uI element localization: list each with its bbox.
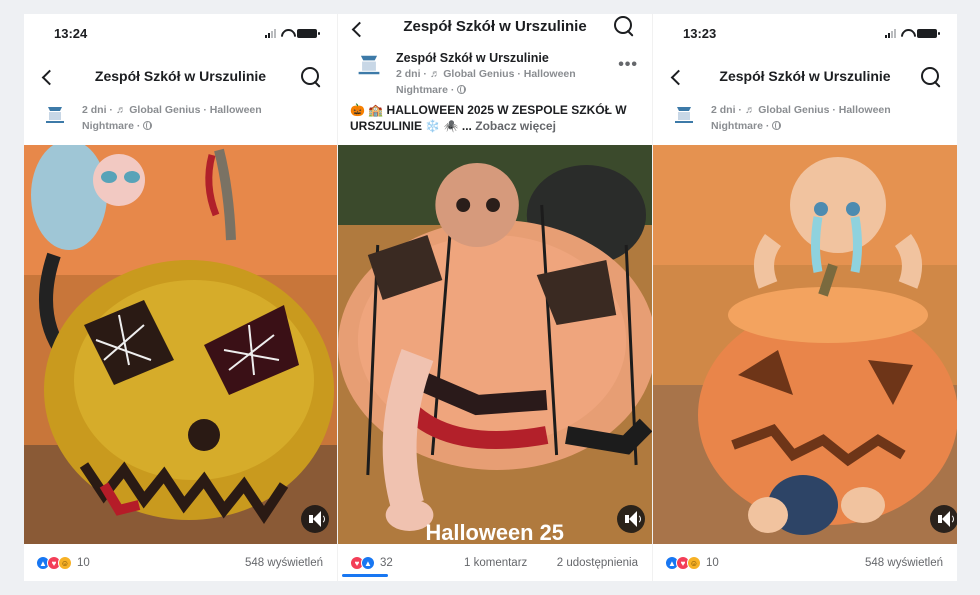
page-name[interactable]: Zespół Szkół w Urszulinie (396, 50, 638, 66)
haha-reaction-icon: ☺ (687, 556, 701, 570)
like-reaction-icon: ▲ (361, 556, 375, 570)
top-bar: Zespół Szkół w Urszulinie (24, 62, 337, 92)
sound-icon[interactable] (930, 505, 957, 533)
reaction-count: 32 (380, 557, 393, 569)
status-bar: 13:23 (683, 26, 940, 42)
search-icon[interactable] (612, 14, 636, 38)
post-footer: ▲ ♥ ☺ 10 548 wyświetleń (653, 548, 957, 578)
reaction-count: 10 (77, 557, 90, 569)
view-count: 548 wyświetleń (865, 557, 943, 569)
top-bar: Zespół Szkół w Urszulinie (653, 62, 957, 92)
see-more-link[interactable]: Zobacz więcej (475, 119, 556, 133)
page-title[interactable]: Zespół Szkół w Urszulinie (338, 18, 652, 35)
sound-icon[interactable] (301, 505, 329, 533)
video-post-panel-1: 13:24 Zespół Szkół w Urszulinie 2 dni · … (24, 14, 337, 581)
status-time: 13:23 (683, 26, 717, 41)
sound-icon[interactable] (617, 505, 645, 533)
post-meta-audio[interactable]: 2 dni · ♬ Global Genius · Halloween (711, 102, 943, 118)
status-bar: 13:24 (54, 26, 320, 42)
haha-reaction-icon: ☺ (58, 556, 72, 570)
post-footer: ▲ ♥ ☺ 10 548 wyświetleń (24, 548, 337, 578)
video-frame[interactable]: Halloween 25 (338, 145, 652, 544)
globe-icon (772, 121, 782, 130)
video-post-panel-2: Zespół Szkół w Urszulinie Zespół Szkół w… (337, 14, 653, 581)
wifi-icon (901, 29, 912, 38)
comment-count[interactable]: 1 komentarz (464, 557, 527, 569)
page-title[interactable]: Zespół Szkół w Urszulinie (24, 68, 337, 84)
reactions[interactable]: ♥ ▲ 32 (350, 556, 393, 570)
school-logo-avatar[interactable] (671, 102, 697, 128)
post-meta-track: Nightmare · (711, 120, 770, 132)
video-post-panel-3: 13:23 Zespół Szkół w Urszulinie 2 dni · … (653, 14, 957, 581)
video-frame[interactable] (653, 145, 957, 544)
post-meta-audio[interactable]: 2 dni · ♬ Global Genius · Halloween (82, 102, 323, 118)
post-meta-track: Nightmare · (396, 84, 455, 96)
battery-icon (917, 29, 940, 38)
signal-icon (265, 29, 276, 38)
battery-icon (297, 29, 320, 38)
post-meta-audio[interactable]: 2 dni · ♬ Global Genius · Halloween (396, 66, 638, 82)
pumpkin-doll-image (24, 145, 337, 544)
post-footer: ♥ ▲ 32 1 komentarz 2 udostępnienia (338, 548, 652, 578)
wifi-icon (281, 29, 292, 38)
pumpkin-baby-doll-image: Halloween 25 (338, 145, 652, 544)
pumpkin-crying-doll-image (653, 145, 957, 544)
more-options-icon[interactable]: ••• (618, 56, 638, 74)
reaction-count: 10 (706, 557, 719, 569)
page-title[interactable]: Zespół Szkół w Urszulinie (653, 68, 957, 84)
search-icon[interactable] (299, 65, 323, 89)
school-logo-avatar[interactable] (42, 102, 68, 128)
overlay-text: Halloween 25 (425, 520, 563, 544)
globe-icon (143, 121, 153, 130)
signal-icon (885, 29, 896, 38)
reactions[interactable]: ▲ ♥ ☺ 10 (36, 556, 90, 570)
view-count: 548 wyświetleń (245, 557, 323, 569)
reaction-underline (342, 574, 388, 577)
top-bar: Zespół Szkół w Urszulinie (338, 14, 652, 44)
reactions[interactable]: ▲ ♥ ☺ 10 (665, 556, 719, 570)
post-caption: 🎃 🏫 HALLOWEEN 2025 W ZESPOLE SZKÓŁ W URS… (350, 102, 638, 134)
globe-icon (457, 85, 467, 94)
status-time: 13:24 (54, 26, 88, 41)
share-count[interactable]: 2 udostępnienia (557, 557, 638, 569)
video-frame[interactable] (24, 145, 337, 544)
search-icon[interactable] (919, 65, 943, 89)
post-meta-track: Nightmare · (82, 120, 141, 132)
school-logo-avatar[interactable] (354, 50, 384, 80)
